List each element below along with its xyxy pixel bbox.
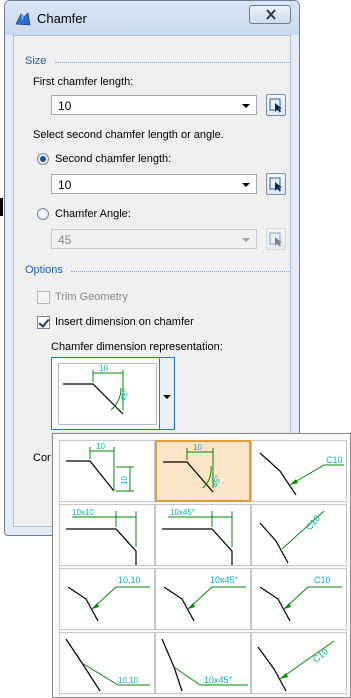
section-divider: [55, 62, 291, 63]
second-length-pick-button[interactable]: [266, 173, 286, 195]
pick-point-icon: [269, 232, 282, 247]
select-second-label: Select second chamfer length or angle.: [33, 129, 224, 141]
app-icon: [15, 12, 31, 26]
chevron-down-icon: [242, 104, 250, 108]
representation-preview: 10 45°: [58, 363, 157, 425]
dimension-text: 10: [193, 443, 202, 452]
first-length-pick-button[interactable]: [266, 94, 286, 116]
options-section-label: Options: [25, 264, 63, 276]
second-length-combo[interactable]: 10: [51, 174, 257, 194]
size-section-header: Size: [25, 55, 291, 67]
pick-point-icon: [269, 177, 282, 192]
representation-dropdown[interactable]: 10 45°: [51, 357, 175, 430]
gallery-option-10[interactable]: 10,10: [59, 632, 155, 694]
size-section-label: Size: [25, 55, 47, 67]
gallery-option-12[interactable]: C10: [251, 632, 347, 694]
gallery-option-8[interactable]: 10x45°: [155, 568, 251, 630]
preview-length-text: 10: [99, 364, 108, 373]
preview-angle-text: 45°: [118, 388, 131, 402]
first-length-combo[interactable]: 10: [51, 95, 257, 115]
dimension-text: C10: [304, 513, 322, 532]
trim-geometry-label: Trim Geometry: [55, 291, 128, 303]
gallery-option-7[interactable]: 10,10: [59, 568, 155, 630]
chamfer-angle-pick-button[interactable]: [266, 228, 286, 250]
second-length-radio[interactable]: [37, 153, 49, 165]
dimension-text: 45°: [210, 474, 223, 488]
chamfer-angle-value: 45: [58, 233, 72, 247]
gallery-option-2[interactable]: 10 45°: [155, 440, 251, 502]
second-length-value: 10: [58, 178, 72, 192]
gallery-option-3[interactable]: C10: [251, 440, 347, 502]
dimension-text: 10: [120, 476, 129, 485]
representation-label: Chamfer dimension representation:: [51, 341, 223, 353]
close-icon: [266, 9, 276, 20]
chevron-down-icon: [242, 238, 250, 242]
first-length-value: 10: [58, 99, 72, 113]
gallery-option-11[interactable]: 10x45°: [155, 632, 251, 694]
stray-mark: [0, 198, 3, 216]
dimension-text: 10,10: [118, 575, 141, 585]
dimension-text: 10: [96, 442, 105, 451]
second-length-label: Second chamfer length:: [55, 153, 172, 165]
gallery-option-4[interactable]: 10x10: [59, 504, 155, 566]
dropdown-arrow-button[interactable]: [159, 358, 174, 429]
dimension-text: C10: [311, 646, 330, 664]
window-title: Chamfer: [37, 11, 87, 26]
dimension-text: 10x45°: [204, 675, 233, 685]
insert-dimension-label: Insert dimension on chamfer: [55, 316, 194, 328]
chevron-down-icon: [242, 183, 250, 187]
dimension-text: 10x10: [72, 508, 94, 517]
representation-gallery: 10 10 10 45° C10 10x10 10x45° C10 10,10 …: [52, 433, 351, 698]
first-length-label: First chamfer length:: [33, 76, 134, 88]
dimension-text: 10,10: [118, 676, 139, 685]
insert-dimension-checkbox[interactable]: [37, 316, 50, 329]
trim-geometry-checkbox[interactable]: [37, 291, 50, 304]
options-section-header: Options: [25, 264, 291, 276]
dimension-text: C10: [326, 455, 343, 465]
gallery-option-9[interactable]: C10: [251, 568, 347, 630]
dimension-text: 10x45°: [210, 575, 239, 585]
chamfer-angle-radio[interactable]: [37, 208, 49, 220]
section-divider: [71, 271, 291, 272]
dimension-text: 10x45°: [170, 508, 195, 517]
chamfer-angle-label: Chamfer Angle:: [55, 208, 131, 220]
gallery-option-1[interactable]: 10 10: [59, 440, 155, 502]
close-button[interactable]: [249, 5, 291, 24]
clipped-option-label: Cor: [33, 452, 51, 464]
gallery-option-5[interactable]: 10x45°: [155, 504, 251, 566]
title-bar: Chamfer: [5, 1, 299, 35]
chamfer-angle-combo[interactable]: 45: [51, 229, 257, 249]
gallery-option-6[interactable]: C10: [251, 504, 347, 566]
pick-point-icon: [269, 98, 282, 113]
dimension-text: C10: [314, 575, 331, 585]
